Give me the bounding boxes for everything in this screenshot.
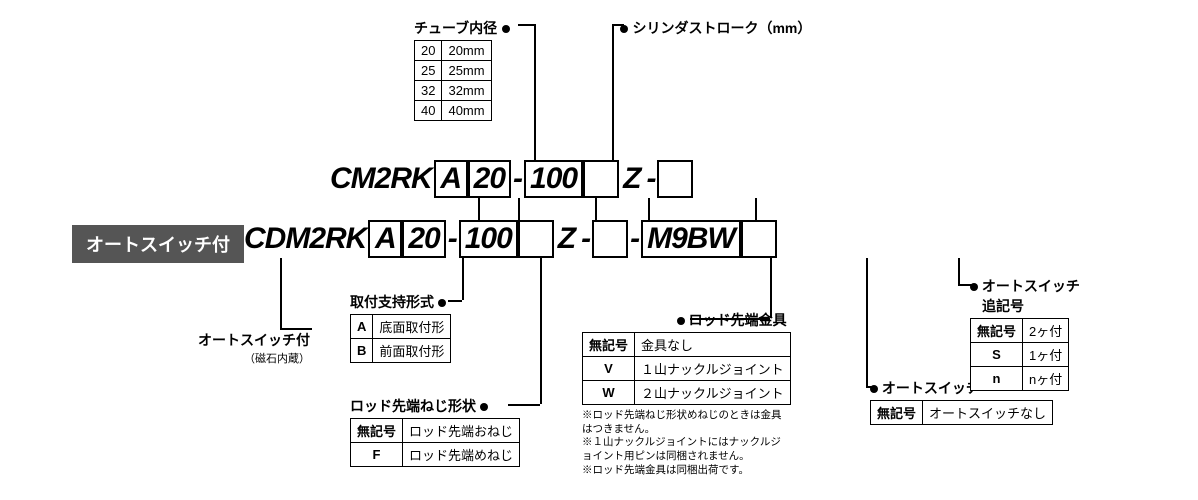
- suffix-r0c1: 2ヶ付: [1023, 319, 1069, 343]
- rod-end-r0c0: 無記号: [583, 333, 635, 357]
- rod-thread-table: 無記号ロッド先端おねじ Fロッド先端めねじ: [350, 418, 520, 467]
- autoswitch-r0c0: 無記号: [871, 401, 923, 425]
- rod-end-note-0: ※ロッド先端ねじ形状めねじのときは金具はつきません。: [582, 409, 782, 436]
- row2-slot-stroke: 100: [459, 220, 518, 258]
- mount-r1c0: B: [351, 339, 373, 363]
- rod-thread-r1c0: F: [351, 443, 403, 467]
- row1-slot-bore: 20: [468, 160, 511, 198]
- tube-r2c0: 32: [415, 81, 442, 101]
- tube-title: チューブ内径: [414, 18, 510, 38]
- mount-title: 取付支持形式: [350, 294, 434, 310]
- suffix-title1: オートスイッチ: [982, 278, 1080, 294]
- mount-dot: [438, 299, 446, 307]
- rod-end-title: ロッド先端金具: [689, 312, 787, 328]
- rod-end-section: ロッド先端金具 無記号金具なし V１山ナックルジョイント W２山ナックルジョイン…: [582, 310, 791, 477]
- row1-slot-mount: A: [434, 160, 468, 198]
- tube-r1c1: 25mm: [442, 61, 491, 81]
- autoswitch-with-section: オートスイッチ付 （磁石内蔵）: [180, 330, 310, 366]
- row1-slot-stroke: 100: [524, 160, 583, 198]
- suffix-title2: 追記号: [970, 296, 1080, 316]
- rod-thread-title: ロッド先端ねじ形状: [350, 398, 476, 414]
- row2-slot-thread: [518, 220, 554, 258]
- rod-end-note-1: ※１山ナックルジョイントにはナックルジョイント用ピンは同梱されません。: [582, 436, 782, 463]
- part-row-1: CM2RK A 20 - 100 Z -: [330, 160, 693, 198]
- rod-end-dot: [677, 317, 685, 325]
- mount-r0c1: 底面取付形: [373, 315, 451, 339]
- suffix-r0c0: 無記号: [971, 319, 1023, 343]
- row1-slot-rodend: [657, 160, 693, 198]
- row2-dash2: -: [579, 222, 592, 256]
- suffix-r1c1: 1ヶ付: [1023, 343, 1069, 367]
- row2-slot-bore: 20: [402, 220, 445, 258]
- autoswitch-table: 無記号オートスイッチなし: [870, 400, 1053, 425]
- tube-dot: [502, 25, 510, 33]
- row1-dash1: -: [511, 162, 524, 196]
- autoswitch-with-sub: （磁石内蔵）: [180, 350, 310, 366]
- row1-z: Z: [619, 162, 644, 196]
- mount-table: A底面取付形 B前面取付形: [350, 314, 451, 363]
- row2-slot-mount: A: [368, 220, 402, 258]
- rod-end-r1c0: V: [583, 357, 635, 381]
- rod-end-r1c1: １山ナックルジョイント: [635, 357, 791, 381]
- suffix-r1c0: S: [971, 343, 1023, 367]
- autoswitch-with-title: オートスイッチ付: [180, 330, 310, 350]
- stroke-dot: [620, 25, 628, 33]
- row2-slot-rodend: [592, 220, 628, 258]
- auto-switch-badge: オートスイッチ付: [72, 225, 244, 263]
- autoswitch-title: オートスイッチ: [882, 380, 980, 396]
- rod-end-r2c1: ２山ナックルジョイント: [635, 381, 791, 405]
- tube-title-text: チューブ内径: [414, 20, 497, 36]
- rod-end-note-2: ※ロッド先端金具は同梱出荷です。: [582, 464, 782, 478]
- row1-prefix: CM2RK: [330, 162, 432, 196]
- tube-table: 2020mm 2525mm 3232mm 4040mm: [414, 40, 492, 121]
- row2-dash1: -: [446, 222, 459, 256]
- row2-slot-switch: M9BW: [641, 220, 741, 258]
- suffix-r2c0: n: [971, 367, 1023, 391]
- mount-r0c0: A: [351, 315, 373, 339]
- rod-end-table: 無記号金具なし V１山ナックルジョイント W２山ナックルジョイント: [582, 332, 791, 405]
- autoswitch-suffix-section: オートスイッチ 追記号 無記号2ヶ付 S1ヶ付 nnヶ付: [970, 276, 1080, 391]
- tube-r2c1: 32mm: [442, 81, 491, 101]
- stroke-title: シリンダストローク（mm）: [632, 20, 811, 36]
- tube-r0c0: 20: [415, 41, 442, 61]
- rod-thread-r0c1: ロッド先端おねじ: [403, 419, 520, 443]
- mount-section: 取付支持形式 A底面取付形 B前面取付形: [350, 292, 451, 363]
- tube-diameter-section: チューブ内径 2020mm 2525mm 3232mm 4040mm: [414, 18, 510, 121]
- suffix-r2c1: nヶ付: [1023, 367, 1069, 391]
- rod-thread-section: ロッド先端ねじ形状 無記号ロッド先端おねじ Fロッド先端めねじ: [350, 396, 520, 467]
- part-row-2: CDM2RK A 20 - 100 Z - - M9BW: [244, 220, 777, 258]
- tube-r3c1: 40mm: [442, 101, 491, 121]
- mount-r1c1: 前面取付形: [373, 339, 451, 363]
- row2-dash3: -: [628, 222, 641, 256]
- rod-thread-dot: [480, 403, 488, 411]
- tube-r0c1: 20mm: [442, 41, 491, 61]
- autoswitch-suffix-table: 無記号2ヶ付 S1ヶ付 nnヶ付: [970, 318, 1069, 391]
- row2-slot-suffix: [741, 220, 777, 258]
- autoswitch-r0c1: オートスイッチなし: [923, 401, 1053, 425]
- row1-slot-thread: [583, 160, 619, 198]
- row2-z: Z: [554, 222, 579, 256]
- tube-r1c0: 25: [415, 61, 442, 81]
- row1-dash2: -: [644, 162, 657, 196]
- stroke-section: シリンダストローク（mm）: [620, 18, 811, 38]
- rod-end-r2c0: W: [583, 381, 635, 405]
- row2-prefix: CDM2RK: [244, 222, 366, 256]
- rod-thread-r0c0: 無記号: [351, 419, 403, 443]
- rod-end-r0c1: 金具なし: [635, 333, 791, 357]
- tube-r3c0: 40: [415, 101, 442, 121]
- rod-end-notes: ※ロッド先端ねじ形状めねじのときは金具はつきません。 ※１山ナックルジョイントに…: [582, 409, 782, 477]
- rod-thread-r1c1: ロッド先端めねじ: [403, 443, 520, 467]
